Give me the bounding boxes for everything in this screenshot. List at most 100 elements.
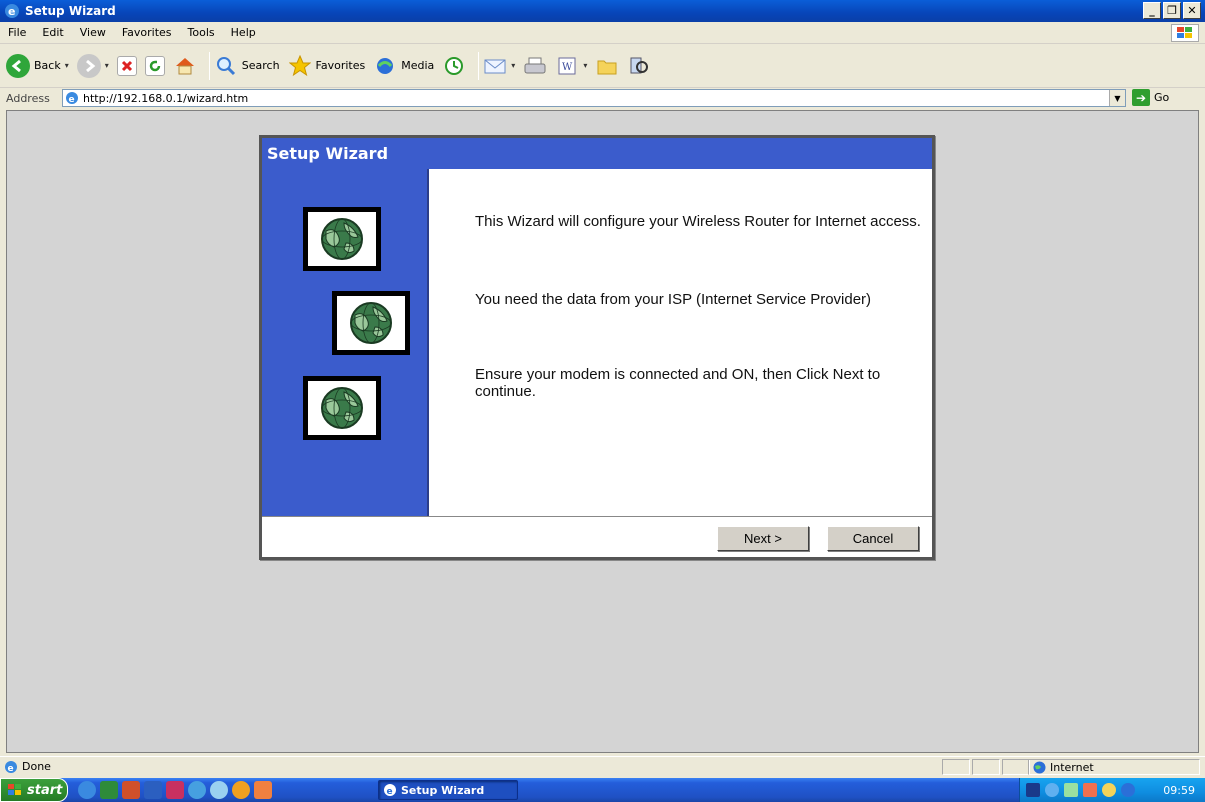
ie-task-icon: e: [384, 784, 396, 797]
address-bar: Address e http://192.168.0.1/wizard.htm …: [0, 88, 1205, 108]
minimize-button[interactable]: _: [1143, 2, 1161, 19]
tray-globe-icon[interactable]: [1121, 783, 1135, 797]
tray-network-icon[interactable]: [1045, 783, 1059, 797]
folder-button[interactable]: [595, 54, 619, 78]
security-zone: Internet: [1028, 759, 1200, 775]
mail-dropdown-icon[interactable]: ▾: [511, 61, 515, 70]
address-url: http://192.168.0.1/wizard.htm: [83, 91, 249, 105]
window-title: Setup Wizard: [25, 4, 116, 18]
history-button[interactable]: [442, 54, 466, 78]
close-button[interactable]: ✕: [1183, 2, 1201, 19]
menu-tools[interactable]: Tools: [180, 26, 223, 39]
refresh-button[interactable]: [144, 55, 165, 76]
search-button[interactable]: Search: [214, 54, 280, 78]
research-button[interactable]: [627, 54, 651, 78]
toolbar-separator: [208, 51, 210, 80]
svg-text:W: W: [562, 62, 573, 73]
taskbar-setup-wizard[interactable]: e Setup Wizard: [378, 780, 518, 800]
home-button[interactable]: [173, 54, 197, 78]
toolbar: Back ▾ ▾ Search Favorites Media ▾ W ▾: [0, 44, 1205, 88]
svg-text:e: e: [387, 787, 393, 797]
menu-help[interactable]: Help: [223, 26, 264, 39]
favorites-star-icon: [288, 54, 312, 78]
status-cells: [942, 759, 1032, 775]
back-label: Back: [34, 59, 61, 72]
disc-icon[interactable]: [210, 781, 228, 799]
ie-icon: e: [5, 4, 19, 18]
go-label: Go: [1154, 91, 1170, 104]
task-label: Setup Wizard: [401, 783, 485, 797]
maximize-button[interactable]: ❐: [1163, 2, 1181, 19]
back-arrow-icon: [6, 53, 30, 78]
research-icon: [627, 54, 651, 78]
status-text: Done: [22, 760, 51, 773]
wizard-intro-text: This Wizard will configure your Wireless…: [475, 213, 921, 230]
start-label: start: [27, 782, 63, 798]
edit-dropdown-icon[interactable]: ▾: [583, 61, 587, 70]
folder-icon: [595, 54, 619, 78]
word-edit-icon: W: [555, 54, 579, 78]
start-button[interactable]: start: [0, 778, 68, 802]
address-dropdown-icon[interactable]: ▼: [1109, 90, 1125, 106]
globe-icon: [321, 218, 363, 260]
messenger-icon[interactable]: [188, 781, 206, 799]
excel-icon[interactable]: [100, 781, 118, 799]
clock-app-icon[interactable]: [254, 781, 272, 799]
edit-button[interactable]: W ▾: [555, 54, 587, 78]
history-icon: [442, 54, 466, 78]
language-icon[interactable]: [1026, 783, 1040, 797]
next-button[interactable]: Next >: [717, 526, 809, 551]
menu-view[interactable]: View: [72, 26, 114, 39]
wizard-title: Setup Wizard: [262, 138, 932, 169]
app-icon[interactable]: [166, 781, 184, 799]
cancel-button[interactable]: Cancel: [827, 526, 919, 551]
media-player-icon[interactable]: [232, 781, 250, 799]
forward-dropdown-icon[interactable]: ▾: [105, 61, 109, 70]
back-button[interactable]: Back ▾: [6, 53, 69, 78]
globe-image: [303, 207, 381, 271]
tray-app-icon[interactable]: [1083, 783, 1097, 797]
print-button[interactable]: [523, 54, 547, 78]
media-button[interactable]: Media: [373, 54, 434, 78]
svg-text:e: e: [69, 95, 75, 105]
stop-icon: [116, 55, 137, 76]
word-icon[interactable]: [144, 781, 162, 799]
search-icon: [214, 54, 238, 78]
menu-favorites[interactable]: Favorites: [114, 26, 180, 39]
windows-flag-icon: [8, 784, 21, 795]
media-icon: [373, 54, 397, 78]
menu-edit[interactable]: Edit: [34, 26, 71, 39]
mail-icon: [483, 54, 507, 78]
media-label: Media: [401, 59, 435, 72]
menu-file[interactable]: File: [0, 26, 34, 39]
tray-connection-icon[interactable]: [1064, 783, 1078, 797]
forward-button[interactable]: ▾: [76, 53, 109, 78]
svg-text:e: e: [8, 764, 14, 774]
wizard-body: This Wizard will configure your Wireless…: [431, 169, 934, 516]
favorites-label: Favorites: [315, 59, 366, 72]
globe-icon: [321, 387, 363, 429]
home-icon: [173, 54, 197, 78]
windows-logo-icon: [1171, 24, 1199, 42]
powerpoint-icon[interactable]: [122, 781, 140, 799]
globe-image: [303, 376, 381, 440]
print-icon: [523, 54, 547, 78]
stop-button[interactable]: [116, 55, 137, 76]
refresh-icon: [144, 55, 165, 76]
page-icon: e: [66, 92, 78, 105]
go-button[interactable]: ➔ Go: [1132, 89, 1169, 106]
ie-quicklaunch-icon[interactable]: [78, 781, 96, 799]
taskbar: start e Setup Wizard 09:59: [0, 778, 1205, 802]
back-dropdown-icon[interactable]: ▾: [65, 61, 69, 70]
address-input[interactable]: e http://192.168.0.1/wizard.htm ▼: [62, 89, 1126, 107]
address-label: Address: [6, 91, 50, 105]
tray-sync-icon[interactable]: [1102, 783, 1116, 797]
wizard-modem-text: Ensure your modem is connected and ON, t…: [475, 366, 881, 400]
forward-arrow-icon: [76, 53, 101, 78]
mail-button[interactable]: ▾: [483, 54, 515, 78]
page-done-icon: e: [5, 760, 17, 774]
window-title-bar[interactable]: e Setup Wizard _ ❐ ✕: [0, 0, 1205, 22]
go-arrow-icon: ➔: [1132, 89, 1150, 106]
favorites-button[interactable]: Favorites: [288, 54, 366, 78]
globe-image: [332, 291, 410, 355]
